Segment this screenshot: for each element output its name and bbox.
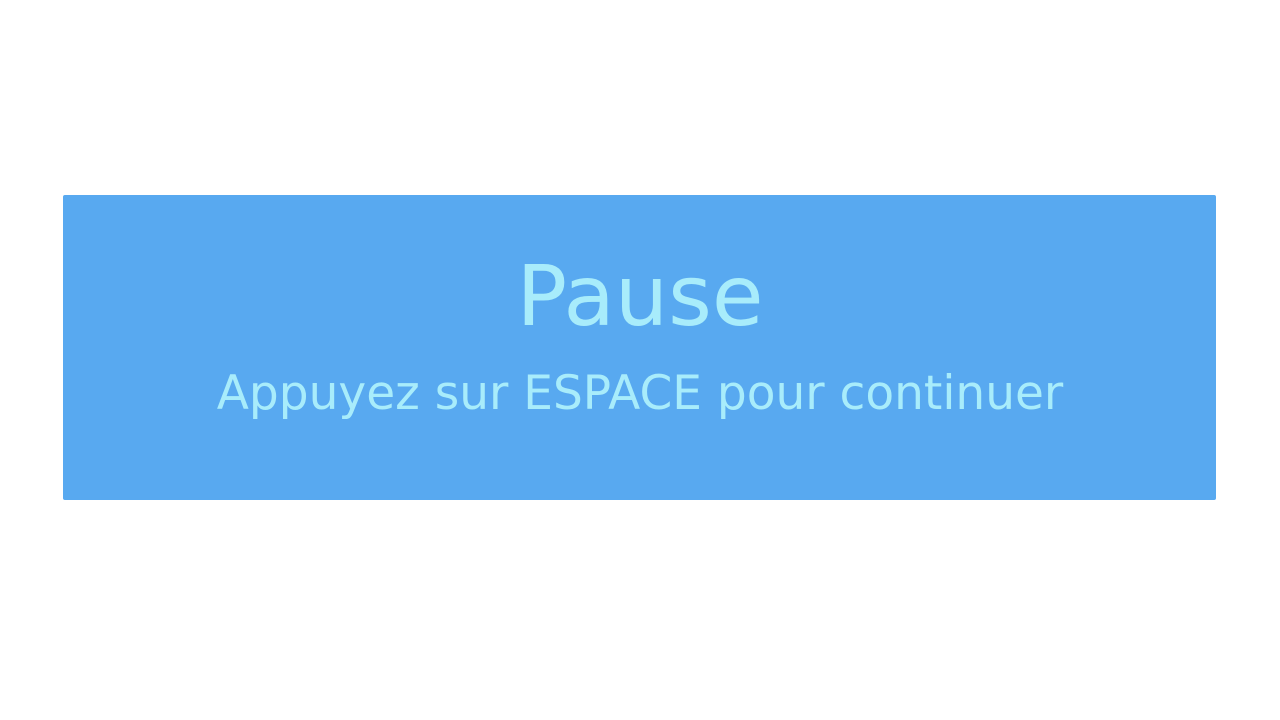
pause-panel [63,195,1216,500]
game-canvas: Pause Appuyez sur ESPACE pour continuer [0,0,1280,720]
resume-instruction: Appuyez sur ESPACE pour continuer [216,366,1064,421]
pause-title: Pause [516,247,764,345]
